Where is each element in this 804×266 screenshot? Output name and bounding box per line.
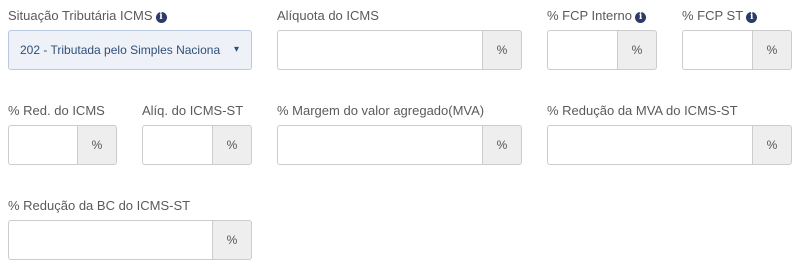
reducao-mva-st-field: % Redução da MVA do ICMS-ST % — [547, 103, 792, 165]
fcp-st-label: % FCP ST i — [682, 8, 758, 24]
situacao-tributaria-value: 202 - Tributada pelo Simples Naciona — [20, 43, 221, 57]
percent-addon: % — [482, 30, 522, 70]
percent-addon: % — [752, 125, 792, 165]
percent-addon: % — [212, 220, 252, 260]
red-icms-field: % Red. do ICMS % — [8, 103, 117, 165]
percent-addon: % — [617, 30, 657, 70]
reducao-mva-st-group: % — [547, 125, 792, 165]
aliq-icms-st-group: % — [142, 125, 252, 165]
fcp-st-group: % — [682, 30, 792, 70]
reducao-bc-st-input[interactable] — [8, 220, 212, 260]
red-icms-group: % — [8, 125, 117, 165]
margem-mva-input[interactable] — [277, 125, 482, 165]
icms-tax-form: Situação Tributária ICMS i 202 - Tributad… — [0, 0, 804, 266]
info-icon[interactable]: i — [155, 12, 167, 23]
chevron-down-icon: ▾ — [231, 44, 239, 55]
margem-mva-field: % Margem do valor agregado(MVA) % — [277, 103, 522, 165]
fcp-interno-field: % FCP Interno i % — [547, 8, 657, 70]
fcp-interno-input[interactable] — [547, 30, 617, 70]
aliquota-icms-group: % — [277, 30, 522, 70]
margem-mva-group: % — [277, 125, 522, 165]
info-icon[interactable]: i — [746, 12, 758, 23]
reducao-mva-st-label: % Redução da MVA do ICMS-ST — [547, 103, 738, 118]
percent-addon: % — [752, 30, 792, 70]
red-icms-label: % Red. do ICMS — [8, 103, 105, 118]
reducao-bc-st-field: % Redução da BC do ICMS-ST % — [8, 198, 252, 260]
aliq-icms-st-input[interactable] — [142, 125, 212, 165]
reducao-bc-st-group: % — [8, 220, 252, 260]
fcp-interno-label: % FCP Interno i — [547, 8, 647, 24]
fcp-interno-group: % — [547, 30, 657, 70]
reducao-bc-st-label: % Redução da BC do ICMS-ST — [8, 198, 191, 213]
aliquota-icms-field: Alíquota do ICMS % — [277, 8, 522, 70]
info-icon[interactable]: i — [635, 12, 647, 23]
percent-addon: % — [77, 125, 117, 165]
aliquota-icms-input[interactable] — [277, 30, 482, 70]
fcp-st-field: % FCP ST i % — [682, 8, 792, 70]
aliq-icms-st-label: Alíq. do ICMS-ST — [142, 103, 244, 118]
situacao-tributaria-label: Situação Tributária ICMS i — [8, 8, 167, 24]
percent-addon: % — [482, 125, 522, 165]
margem-mva-label: % Margem do valor agregado(MVA) — [277, 103, 485, 118]
percent-addon: % — [212, 125, 252, 165]
red-icms-input[interactable] — [8, 125, 77, 165]
aliq-icms-st-field: Alíq. do ICMS-ST % — [142, 103, 252, 165]
situacao-tributaria-select[interactable]: 202 - Tributada pelo Simples Naciona ▾ — [8, 30, 252, 70]
situacao-tributaria-field: Situação Tributária ICMS i 202 - Tributad… — [8, 8, 252, 70]
aliquota-icms-label: Alíquota do ICMS — [277, 8, 379, 23]
fcp-st-input[interactable] — [682, 30, 752, 70]
reducao-mva-st-input[interactable] — [547, 125, 752, 165]
